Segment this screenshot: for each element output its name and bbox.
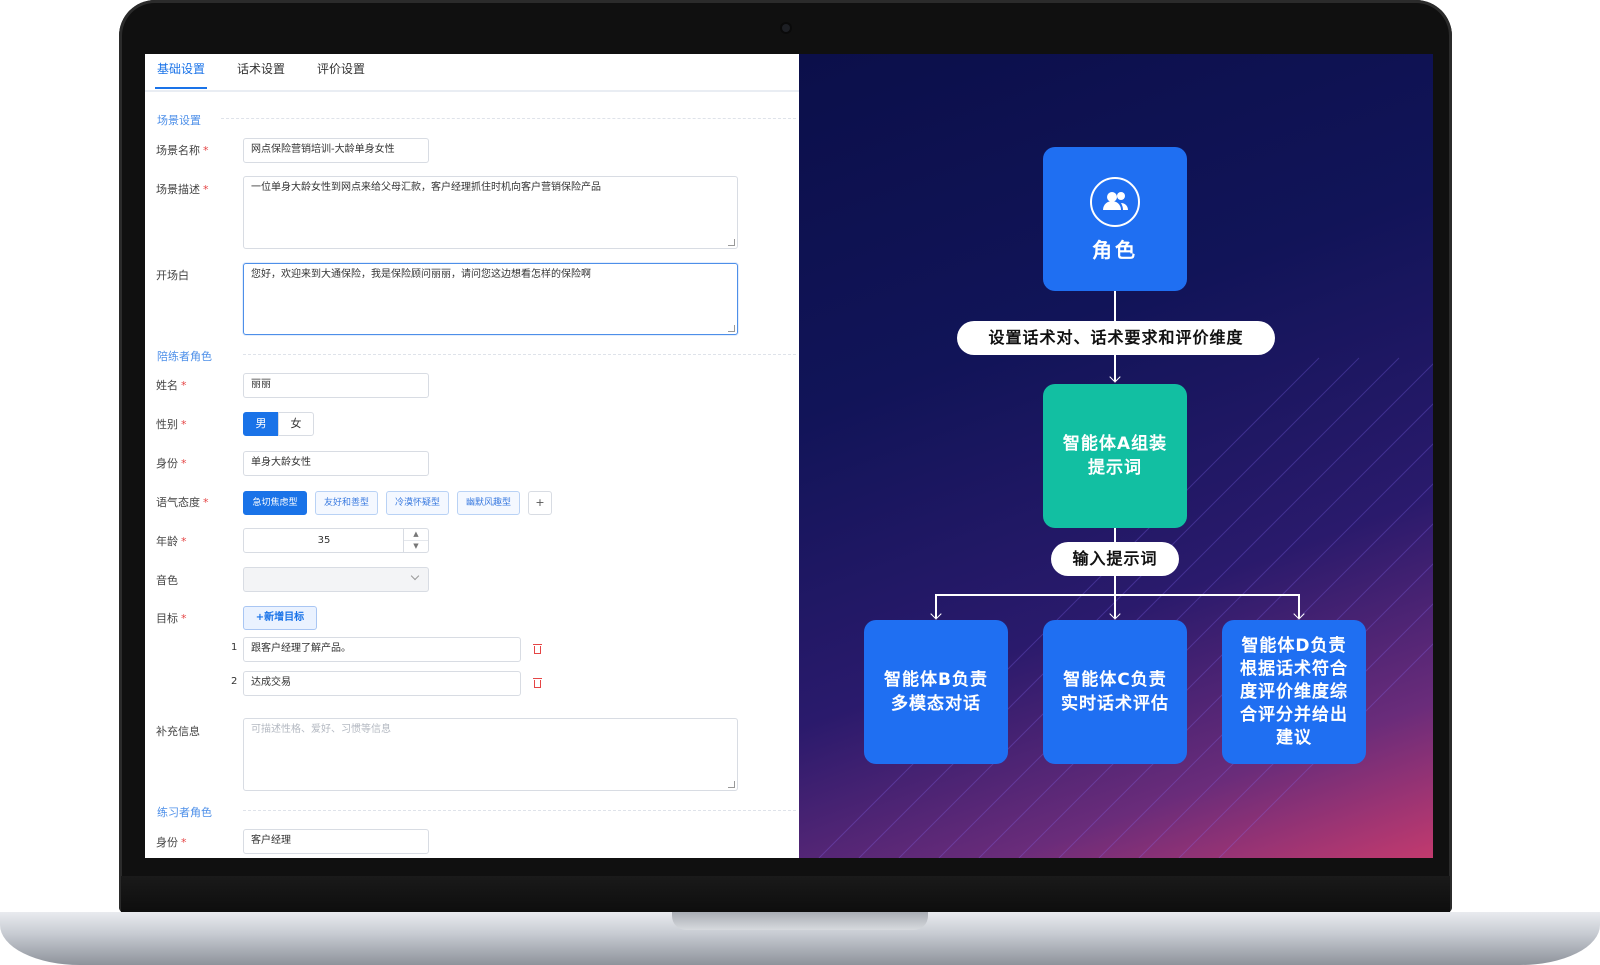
- tab-script-settings[interactable]: 话术设置: [237, 60, 285, 77]
- opening-textarea[interactable]: 您好，欢迎来到大通保险，我是保险顾问丽丽，请问您这边想看怎样的保险啊: [243, 263, 738, 335]
- tab-basic-settings[interactable]: 基础设置: [157, 60, 205, 77]
- users-icon: [1090, 176, 1140, 227]
- tone-tag-anxious[interactable]: 急切焦虑型: [243, 491, 307, 515]
- camera-dot: [782, 24, 790, 32]
- agent-c-line-1: 智能体C负责: [1063, 670, 1167, 690]
- connector: [1114, 528, 1116, 543]
- agent-d-line-3: 度评价维度综: [1240, 681, 1348, 702]
- section-learner-title: 练习者角色: [157, 806, 212, 819]
- stepper-controls: ▲ ▼: [403, 529, 428, 552]
- agent-c-node: 智能体C负责 实时话术评估: [1043, 620, 1187, 764]
- increment-icon[interactable]: ▲: [404, 529, 428, 541]
- agent-b-line-1: 智能体B负责: [884, 670, 988, 690]
- partner-name-label: 姓名 *: [156, 379, 187, 392]
- gender-female-option[interactable]: 女: [278, 412, 314, 436]
- resize-handle[interactable]: [728, 781, 735, 788]
- divider: [243, 354, 796, 355]
- extra-info-textarea[interactable]: 可描述性格、爱好、习惯等信息: [243, 718, 738, 791]
- goal-index: 1: [231, 642, 238, 653]
- age-stepper[interactable]: 35 ▲ ▼: [243, 528, 429, 553]
- agent-a-line-2: 提示词: [1088, 458, 1142, 478]
- decrement-icon[interactable]: ▼: [404, 541, 428, 552]
- learner-identity-input[interactable]: 客户经理: [243, 829, 429, 854]
- workflow-diagram: 角色 设置话术对、话术要求和评价维度 智能体A组装 提示词 输入提示词 智能体B…: [799, 54, 1433, 858]
- scene-name-input[interactable]: 网点保险营销培训-大龄单身女性: [243, 138, 429, 163]
- chevron-down-icon: [410, 571, 420, 581]
- section-partner-title: 陪练者角色: [157, 350, 212, 363]
- voice-label: 音色: [156, 574, 178, 587]
- goal-input-2[interactable]: 达成交易: [243, 671, 521, 696]
- add-goal-button[interactable]: +新增目标: [243, 606, 317, 630]
- settings-form: 基础设置 话术设置 评价设置 场景设置 场景名称 * 网点保险营销培训-大龄单身女…: [145, 54, 799, 858]
- role-node-label: 角色: [1092, 237, 1138, 262]
- delete-goal-2-icon[interactable]: [533, 678, 542, 688]
- resize-handle[interactable]: [728, 325, 735, 332]
- voice-select[interactable]: [243, 567, 429, 592]
- gender-label: 性别 *: [156, 418, 187, 431]
- partner-name-input[interactable]: 丽丽: [243, 373, 429, 398]
- add-tone-button[interactable]: +: [528, 491, 552, 515]
- connector: [1114, 576, 1116, 594]
- scene-name-label: 场景名称 *: [156, 144, 209, 157]
- resize-handle[interactable]: [728, 239, 735, 246]
- connector: [1114, 291, 1116, 321]
- agent-d-line-4: 合评分并给出: [1240, 704, 1348, 725]
- partner-identity-label: 身份 *: [156, 457, 187, 470]
- section-scene-title: 场景设置: [157, 114, 201, 127]
- agent-d-node: 智能体D负责 根据话术符合 度评价维度综 合评分并给出 建议: [1222, 620, 1366, 764]
- laptop-notch: [672, 912, 928, 930]
- branch-connector: [935, 594, 1300, 596]
- learner-identity-label: 身份 *: [156, 836, 187, 849]
- gender-male-option[interactable]: 男: [243, 412, 279, 436]
- divider: [221, 118, 796, 119]
- tone-tag-skeptical[interactable]: 冷漠怀疑型: [386, 491, 449, 515]
- divider: [243, 810, 796, 811]
- delete-goal-1-icon[interactable]: [533, 644, 542, 654]
- tab-active-indicator: [155, 87, 207, 89]
- tone-label: 语气态度 *: [156, 496, 209, 509]
- goal-index: 2: [231, 676, 238, 687]
- scene-desc-textarea[interactable]: 一位单身大龄女性到网点来给父母汇款，客户经理抓住时机向客户营销保险产品: [243, 176, 738, 249]
- partner-identity-input[interactable]: 单身大龄女性: [243, 451, 429, 476]
- opening-label: 开场白: [156, 269, 189, 282]
- scene-desc-label: 场景描述 *: [156, 183, 209, 196]
- agent-a-node: 智能体A组装 提示词: [1043, 384, 1187, 528]
- goal-input-1[interactable]: 跟客户经理了解产品。: [243, 637, 521, 662]
- extra-info-label: 补充信息: [156, 725, 200, 738]
- role-node: 角色: [1043, 147, 1187, 291]
- step-label-1: 设置话术对、话术要求和评价维度: [957, 321, 1275, 355]
- tab-bar: 基础设置 话术设置 评价设置: [145, 54, 799, 92]
- agent-d-line-1: 智能体D负责: [1241, 635, 1347, 656]
- agent-d-line-2: 根据话术符合: [1240, 658, 1348, 679]
- step-label-2: 输入提示词: [1051, 542, 1179, 576]
- agent-b-node: 智能体B负责 多模态对话: [864, 620, 1008, 764]
- age-label: 年龄 *: [156, 535, 187, 548]
- laptop-hinge: [121, 876, 1450, 914]
- agent-d-line-5: 建议: [1276, 727, 1312, 748]
- tone-tag-humorous[interactable]: 幽默风趣型: [457, 491, 520, 515]
- goal-label: 目标 *: [156, 612, 187, 625]
- agent-c-line-2: 实时话术评估: [1061, 694, 1169, 714]
- agent-b-line-2: 多模态对话: [891, 694, 981, 714]
- agent-a-line-1: 智能体A组装: [1062, 434, 1168, 454]
- screen: 基础设置 话术设置 评价设置 场景设置 场景名称 * 网点保险营销培训-大龄单身女…: [145, 54, 1433, 858]
- age-value[interactable]: 35: [244, 529, 404, 552]
- tab-evaluation-settings[interactable]: 评价设置: [317, 60, 365, 77]
- tone-tag-friendly[interactable]: 友好和善型: [315, 491, 378, 515]
